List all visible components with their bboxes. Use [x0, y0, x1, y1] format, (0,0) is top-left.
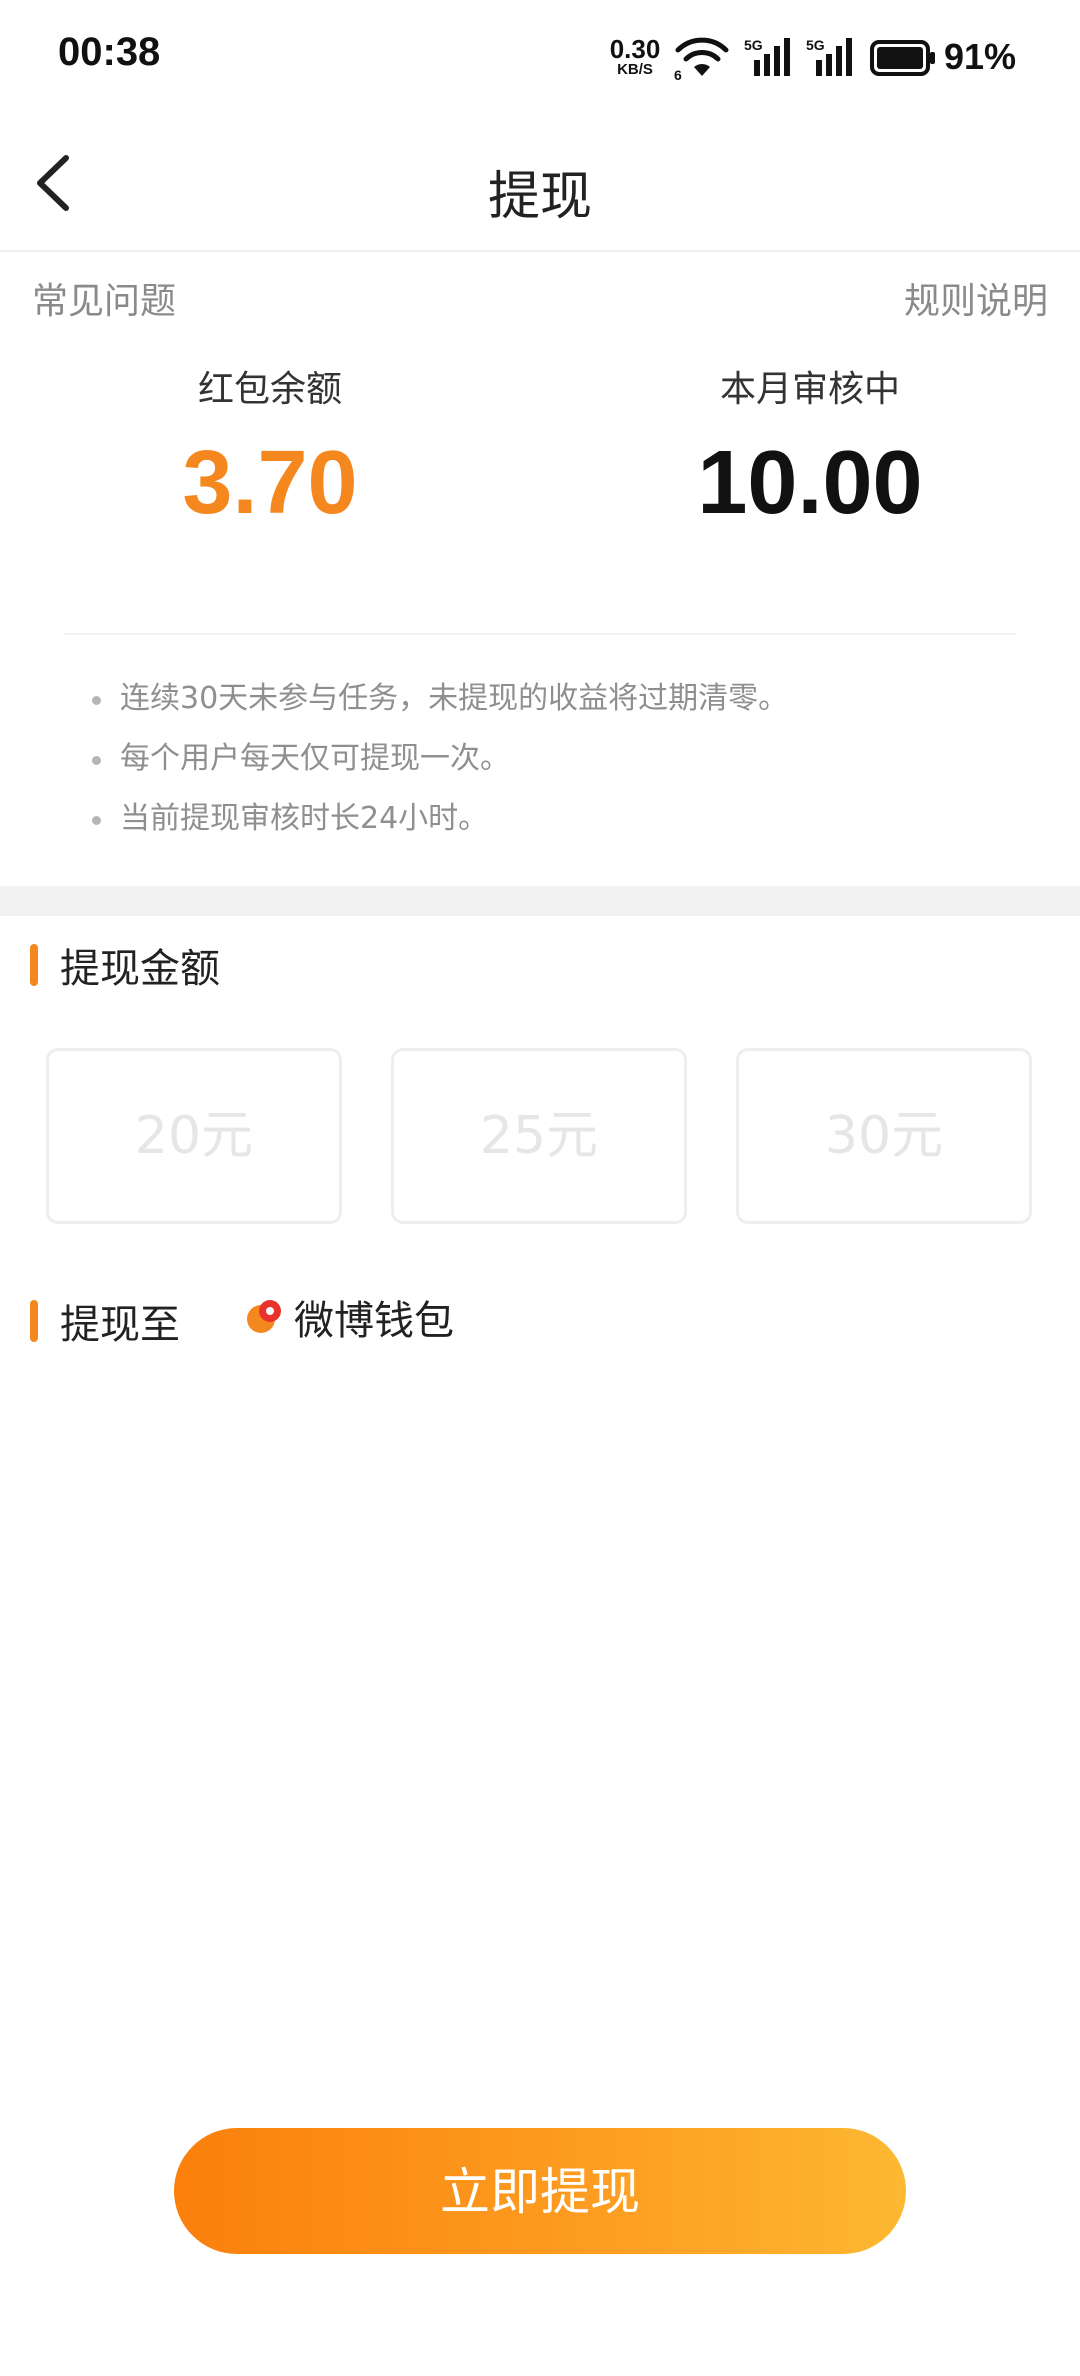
network-speed: 0.30 KB/S [604, 36, 666, 77]
accent-bar [30, 944, 38, 986]
amount-option-25[interactable]: 25元 [391, 1048, 687, 1224]
weibo-wallet-icon [247, 1300, 281, 1333]
reviewing-balance-label: 本月审核中 [719, 369, 900, 410]
weibo-wallet-option[interactable]: 微博钱包 [244, 1292, 454, 1344]
section-divider [0, 886, 1080, 916]
tips-list: 连续30天未参与任务，未提现的收益将过期清零。 每个用户每天仅可提现一次。 当前… [92, 676, 788, 856]
red-packet-balance: 红包余额 3.70 [90, 360, 450, 535]
network-speed-value: 0.30 [609, 34, 661, 64]
wifi-label: 6 [674, 67, 682, 80]
red-packet-balance-value: 3.70 [182, 433, 358, 533]
page-title: 提现 [487, 167, 592, 227]
status-bar: 00:38 0.30 KB/S 6 5G 5G 91% [0, 0, 1080, 118]
amount-option-30[interactable]: 30元 [736, 1048, 1032, 1224]
tip-item: 当前提现审核时长24小时。 [92, 796, 788, 856]
faq-link[interactable]: 常见问题 [32, 272, 176, 324]
wifi-icon: 6 [674, 37, 729, 80]
signal-label: 5G [744, 37, 763, 53]
reviewing-balance-value: 10.00 [697, 433, 923, 533]
status-time: 00:38 [58, 30, 161, 74]
tip-item: 每个用户每天仅可提现一次。 [92, 736, 788, 796]
signal-icon: 5G [744, 37, 790, 76]
accent-bar [30, 1300, 38, 1342]
amount-option-20[interactable]: 20元 [46, 1048, 342, 1224]
amount-section-title-text: 提现金额 [60, 946, 220, 992]
amount-section-title: 提现金额 [30, 936, 220, 994]
battery-icon [870, 40, 935, 76]
target-section-title-text: 提现至 [60, 1302, 180, 1348]
tip-item: 连续30天未参与任务，未提现的收益将过期清零。 [92, 676, 788, 736]
reviewing-balance: 本月审核中 10.00 [630, 360, 990, 535]
battery-percent: 91% [944, 36, 1017, 77]
withdraw-button[interactable]: 立即提现 [174, 2128, 906, 2254]
divider [64, 633, 1016, 635]
rules-link[interactable]: 规则说明 [904, 272, 1048, 324]
signal-label: 5G [806, 37, 825, 53]
wallet-name: 微博钱包 [294, 1298, 454, 1344]
network-speed-unit: KB/S [617, 61, 653, 78]
nav-bar: 提现 [0, 118, 1080, 252]
signal-icon: 5G [806, 37, 852, 76]
red-packet-balance-label: 红包余额 [197, 369, 342, 410]
target-section-title: 提现至 [30, 1292, 180, 1350]
